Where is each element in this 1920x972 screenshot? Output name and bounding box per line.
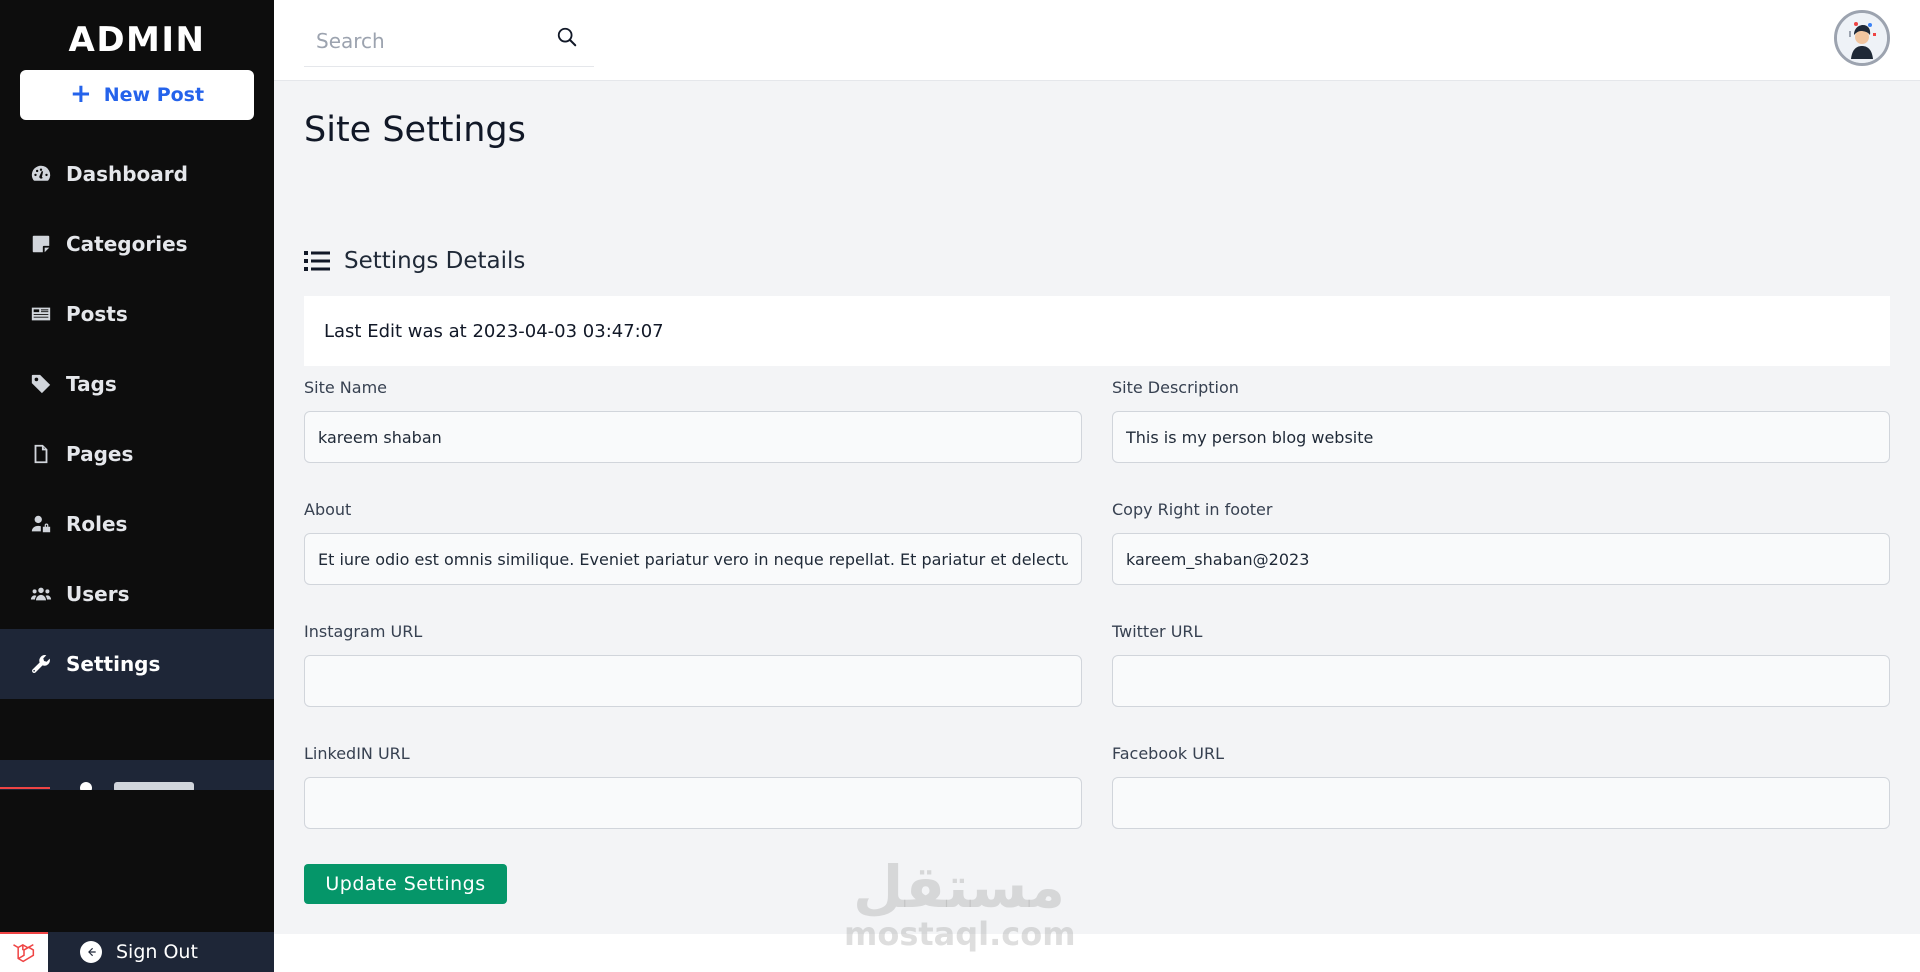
- sidebar-item-label: Roles: [66, 512, 128, 536]
- sidebar-item-posts[interactable]: Posts: [0, 279, 274, 349]
- sign-out-label-clipped: [114, 782, 194, 790]
- update-settings-button[interactable]: Update Settings: [304, 864, 507, 904]
- copyright-label: Copy Right in footer: [1112, 500, 1273, 519]
- sign-out-label: Sign Out: [116, 941, 198, 963]
- instagram-url-label: Instagram URL: [304, 622, 423, 641]
- sign-out-partial-button[interactable]: [0, 760, 274, 790]
- linkedin-url-label: LinkedIN URL: [304, 744, 410, 763]
- new-post-label: New Post: [103, 84, 205, 106]
- search-box: [304, 16, 594, 67]
- sign-out-icon: [80, 782, 92, 790]
- sidebar-item-users[interactable]: Users: [0, 559, 274, 629]
- site-description-input[interactable]: [1112, 411, 1890, 463]
- sidebar-item-settings[interactable]: Settings: [0, 629, 274, 699]
- sidebar-item-label: Dashboard: [66, 162, 188, 186]
- watermark-latin: mostaql.com: [844, 915, 1076, 953]
- section-title: Settings Details: [344, 248, 526, 274]
- sidebar-item-tags[interactable]: Tags: [0, 349, 274, 419]
- wrench-icon: [28, 651, 54, 677]
- dashboard-gauge-icon: [28, 161, 54, 187]
- sidebar-item-label: Tags: [66, 372, 117, 396]
- sticky-note-icon: [28, 231, 54, 257]
- brand-title: ADMIN: [68, 20, 206, 60]
- sidebar-item-label: Posts: [66, 302, 128, 326]
- sign-out-button[interactable]: Sign Out: [0, 932, 274, 972]
- search-input[interactable]: [314, 24, 538, 58]
- plus-icon: +: [69, 78, 92, 109]
- site-name-label: Site Name: [304, 378, 388, 397]
- search-icon[interactable]: [556, 26, 578, 48]
- sidebar-item-roles[interactable]: Roles: [0, 489, 274, 559]
- instagram-url-input[interactable]: [304, 655, 1082, 707]
- laravel-logo-icon: [0, 932, 48, 972]
- users-icon: [28, 581, 54, 607]
- section-header: Settings Details: [304, 248, 525, 274]
- copyright-input[interactable]: [1112, 533, 1890, 585]
- facebook-url-label: Facebook URL: [1112, 744, 1225, 763]
- top-bar: [274, 0, 1920, 81]
- list-icon: [304, 251, 330, 271]
- site-description-label: Site Description: [1112, 378, 1239, 397]
- sidebar-item-label: Users: [66, 582, 130, 606]
- linkedin-url-input[interactable]: [304, 777, 1082, 829]
- last-edit-banner: Last Edit was at 2023-04-03 03:47:07: [304, 296, 1890, 366]
- file-icon: [28, 441, 54, 467]
- site-name-input[interactable]: [304, 411, 1082, 463]
- arrow-left-circle-icon: [80, 941, 102, 963]
- watermark: مستقل mostaql.com: [844, 853, 1076, 953]
- divider: [0, 787, 50, 789]
- new-post-button[interactable]: + New Post: [20, 70, 254, 120]
- sidebar-item-categories[interactable]: Categories: [0, 209, 274, 279]
- sidebar-item-dashboard[interactable]: Dashboard: [0, 139, 274, 209]
- twitter-url-label: Twitter URL: [1112, 622, 1203, 641]
- about-label: About: [304, 500, 352, 519]
- facebook-url-input[interactable]: [1112, 777, 1890, 829]
- sidebar-item-label: Settings: [66, 652, 161, 676]
- user-lock-icon: [28, 511, 54, 537]
- sidebar-item-label: Categories: [66, 232, 188, 256]
- newspaper-icon: [28, 301, 54, 327]
- sidebar-item-pages[interactable]: Pages: [0, 419, 274, 489]
- tag-icon: [28, 371, 54, 397]
- sidebar-item-label: Pages: [66, 442, 134, 466]
- avatar[interactable]: [1834, 10, 1890, 66]
- watermark-arabic: مستقل: [852, 853, 1066, 921]
- page-title: Site Settings: [304, 110, 526, 150]
- sidebar: ADMIN + New Post Dashboard Categories Po…: [0, 0, 274, 972]
- twitter-url-input[interactable]: [1112, 655, 1890, 707]
- about-input[interactable]: [304, 533, 1082, 585]
